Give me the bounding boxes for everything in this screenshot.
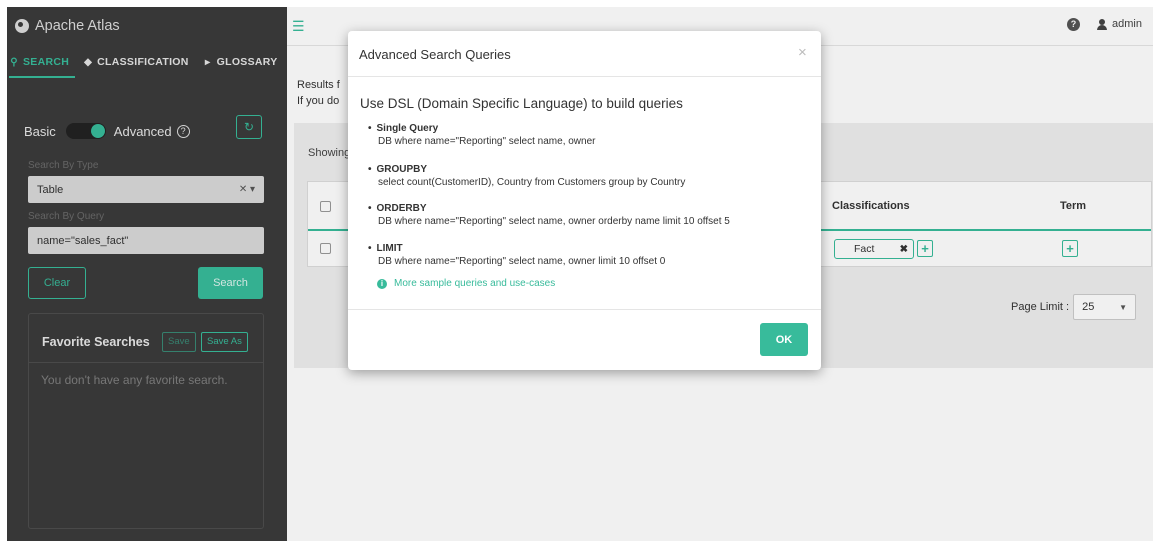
query-item-example: DB where name="Reporting" select name, o… <box>378 216 730 227</box>
query-item-title: ORDERBY <box>377 203 730 214</box>
advanced-search-modal: Advanced Search Queries × Use DSL (Domai… <box>348 31 821 370</box>
info-icon: i <box>377 278 387 289</box>
query-item-orderby: ORDERBY DB where name="Reporting" select… <box>377 203 730 227</box>
query-item-single: Single Query DB where name="Reporting" s… <box>377 123 596 147</box>
modal-title: Advanced Search Queries <box>359 47 511 62</box>
query-item-example: DB where name="Reporting" select name, o… <box>378 136 596 147</box>
modal-heading: Use DSL (Domain Specific Language) to bu… <box>360 96 683 111</box>
close-icon[interactable]: × <box>798 44 807 61</box>
modal-header-divider <box>348 76 821 77</box>
app-frame: Apache Atlas ⚲ SEARCH ◆ CLASSIFICATION ▸… <box>7 7 1153 541</box>
query-item-example: select count(CustomerID), Country from C… <box>378 177 686 188</box>
more-queries-label: More sample queries and use-cases <box>394 278 556 289</box>
ok-button[interactable]: OK <box>760 323 808 356</box>
query-item-title: Single Query <box>377 123 596 134</box>
query-item-limit: LIMIT DB where name="Reporting" select n… <box>377 243 666 267</box>
query-item-groupby: GROUPBY select count(CustomerID), Countr… <box>377 164 686 188</box>
query-item-example: DB where name="Reporting" select name, o… <box>378 256 666 267</box>
modal-footer-divider <box>348 309 821 310</box>
query-item-title: GROUPBY <box>377 164 685 175</box>
more-queries-link[interactable]: i More sample queries and use-cases <box>377 278 555 289</box>
query-item-title: LIMIT <box>377 243 665 254</box>
